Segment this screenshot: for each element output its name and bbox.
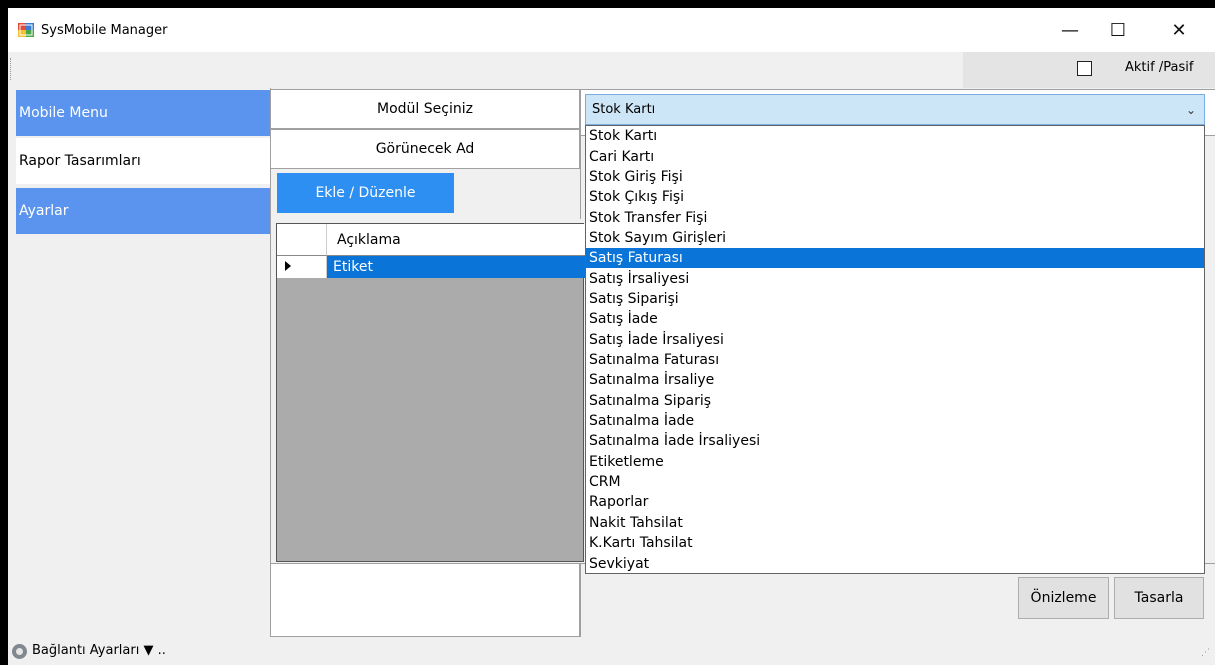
minimize-button[interactable]: — bbox=[1047, 8, 1093, 52]
dropdown-option[interactable]: Satınalma İade bbox=[586, 411, 1204, 431]
title-bar: SysMobile Manager — ☐ ✕ bbox=[8, 8, 1215, 52]
dropdown-option[interactable]: Stok Kartı bbox=[586, 126, 1204, 146]
active-passive-checkbox[interactable] bbox=[1077, 61, 1092, 76]
row-selector[interactable] bbox=[277, 256, 327, 278]
dropdown-option[interactable]: K.Kartı Tahsilat bbox=[586, 533, 1204, 553]
dropdown-option[interactable]: Satış İrsaliyesi bbox=[586, 268, 1204, 288]
window-title: SysMobile Manager bbox=[41, 23, 168, 38]
sidebar-item-label: Ayarlar bbox=[19, 203, 69, 219]
dropdown-option[interactable]: Stok Transfer Fişi bbox=[586, 207, 1204, 227]
active-passive-label[interactable]: Aktif /Pasif bbox=[1125, 60, 1193, 75]
dropdown-option[interactable]: Satınalma İade İrsaliyesi bbox=[586, 431, 1204, 451]
dropdown-option[interactable]: Stok Giriş Fişi bbox=[586, 167, 1204, 187]
combo-selected-value: Stok Kartı bbox=[592, 102, 656, 117]
module-dropdown-list[interactable]: Stok Kartı Cari Kartı Stok Giriş Fişi Stok … bbox=[585, 125, 1205, 574]
dropdown-option[interactable]: Satınalma Faturası bbox=[586, 350, 1204, 370]
current-row-arrow-icon bbox=[285, 261, 291, 271]
status-bar: Bağlantı Ayarları ▼ .. ⋰ bbox=[8, 637, 1215, 665]
maximize-button[interactable]: ☐ bbox=[1095, 8, 1141, 52]
dropdown-option[interactable]: Satış İade İrsaliyesi bbox=[586, 330, 1204, 350]
app-icon bbox=[18, 22, 34, 38]
dropdown-option[interactable]: Cari Kartı bbox=[586, 146, 1204, 166]
dropdown-option[interactable]: Satınalma İrsaliye bbox=[586, 370, 1204, 390]
dropdown-option[interactable]: Nakit Tahsilat bbox=[586, 513, 1204, 533]
dropdown-option[interactable]: Satış Siparişi bbox=[586, 289, 1204, 309]
column-header-aciklama[interactable]: Açıklama bbox=[327, 224, 585, 256]
close-button[interactable]: ✕ bbox=[1156, 8, 1202, 52]
dropdown-option[interactable]: CRM bbox=[586, 472, 1204, 492]
module-select-label: Modül Seçiniz bbox=[270, 89, 580, 129]
dropdown-option[interactable]: Sevkiyat bbox=[586, 553, 1204, 573]
data-grid: Açıklama Etiket bbox=[276, 223, 585, 562]
add-edit-button[interactable]: Ekle / Düzenle bbox=[277, 173, 454, 213]
dropdown-option[interactable]: Stok Çıkış Fişi bbox=[586, 187, 1204, 207]
toolstrip bbox=[8, 52, 1215, 88]
app-window: SysMobile Manager — ☐ ✕ Aktif /Pasif Mob… bbox=[8, 8, 1215, 665]
gear-icon[interactable] bbox=[12, 644, 27, 659]
sidebar-item-label: Mobile Menu bbox=[19, 105, 108, 121]
sidebar-item-ayarlar[interactable]: Ayarlar bbox=[16, 188, 270, 234]
grid-corner-header[interactable] bbox=[277, 224, 327, 256]
dropdown-option[interactable]: Raporlar bbox=[586, 492, 1204, 512]
dropdown-option[interactable]: Satış Faturası bbox=[586, 248, 1204, 269]
toolstrip-grip-icon[interactable] bbox=[10, 58, 13, 80]
sidebar-item-mobile-menu[interactable]: Mobile Menu bbox=[16, 90, 270, 136]
display-name-label: Görünecek Ad bbox=[270, 129, 580, 169]
module-combobox[interactable]: Stok Kartı ⌄ bbox=[585, 94, 1205, 125]
dropdown-option[interactable]: Satınalma Sipariş bbox=[586, 391, 1204, 411]
bottom-left-panel bbox=[270, 563, 580, 637]
design-button[interactable]: Tasarla bbox=[1114, 577, 1204, 619]
connection-settings-dropdown[interactable]: Bağlantı Ayarları ▼ .. bbox=[32, 643, 166, 658]
chevron-down-icon[interactable]: ⌄ bbox=[1186, 103, 1196, 117]
sidebar-item-rapor-tasarimlari[interactable]: Rapor Tasarımları bbox=[16, 138, 270, 184]
dropdown-option[interactable]: Satış İade bbox=[586, 309, 1204, 329]
dropdown-option[interactable]: Etiketleme bbox=[586, 452, 1204, 472]
resize-grip-icon[interactable]: ⋰ bbox=[1201, 649, 1211, 661]
sidebar-item-label: Rapor Tasarımları bbox=[19, 153, 141, 169]
dropdown-option[interactable]: Stok Sayım Girişleri bbox=[586, 228, 1204, 248]
preview-button[interactable]: Önizleme bbox=[1018, 577, 1109, 619]
table-row[interactable]: Etiket bbox=[327, 256, 585, 278]
